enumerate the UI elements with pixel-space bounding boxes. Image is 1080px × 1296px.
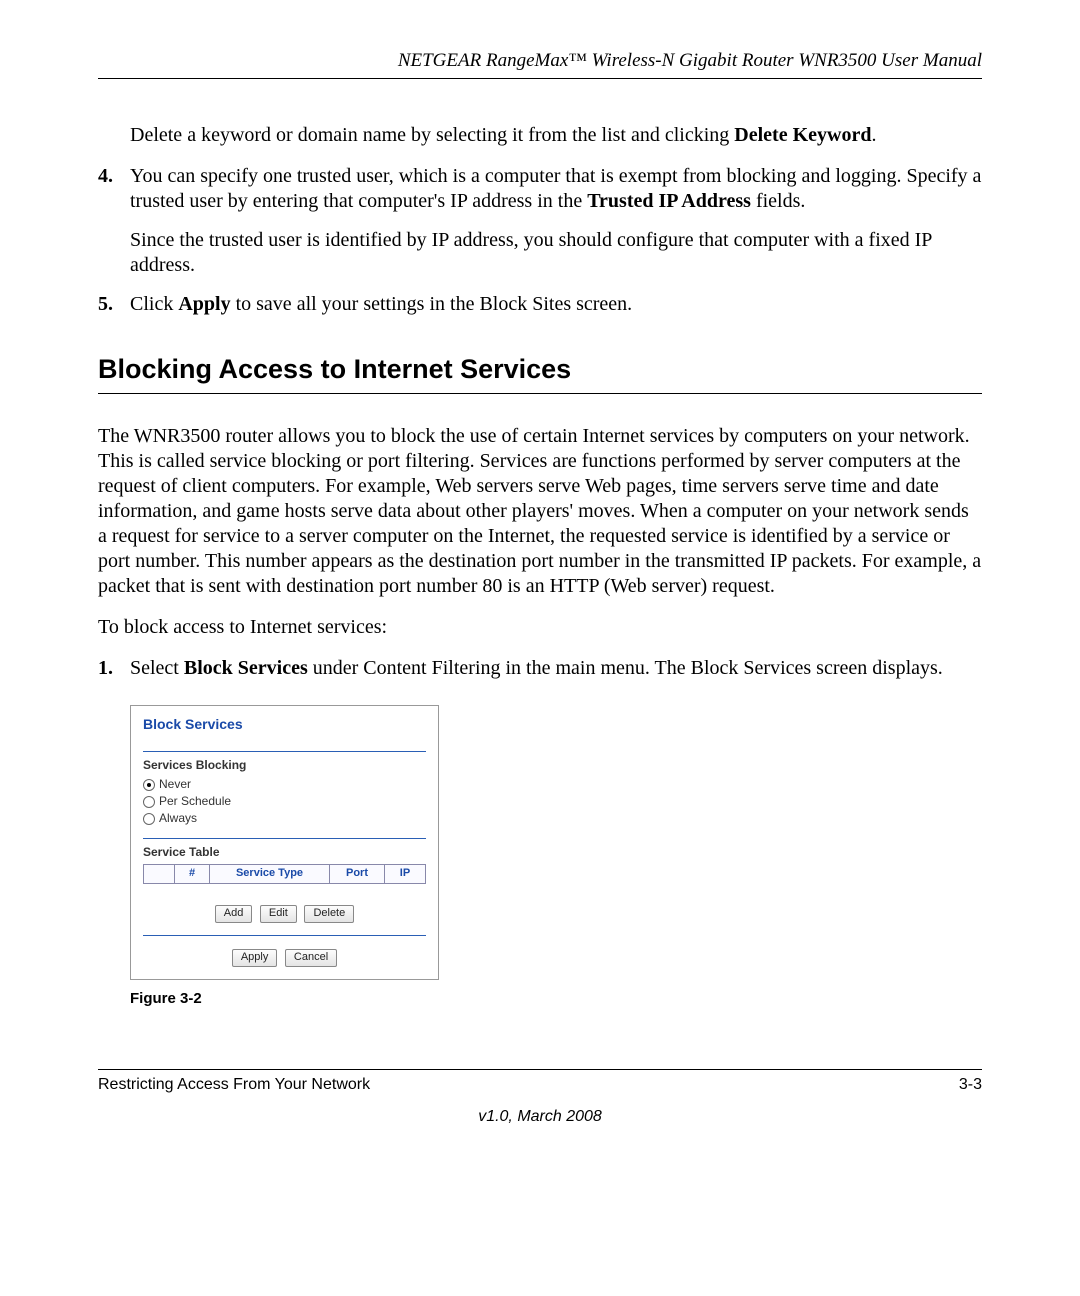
radio-always-row[interactable]: Always (143, 811, 426, 826)
col-number: # (175, 865, 210, 884)
radio-always[interactable] (143, 813, 155, 825)
section-heading: Blocking Access to Internet Services (98, 353, 982, 387)
steps-list-a: 4. You can specify one trusted user, whi… (98, 164, 982, 317)
radio-per-schedule-row[interactable]: Per Schedule (143, 794, 426, 809)
table-button-row: Add Edit Delete (143, 898, 426, 923)
stepb1-bold: Block Services (184, 657, 308, 679)
step4-subparagraph: Since the trusted user is identified by … (130, 228, 982, 278)
footer-page-number: 3-3 (959, 1076, 982, 1094)
radio-per-schedule[interactable] (143, 796, 155, 808)
step4-bold: Trusted IP Address (587, 190, 751, 212)
form-button-row: Apply Cancel (143, 942, 426, 967)
col-blank (144, 865, 175, 884)
figure-caption: Figure 3-2 (130, 990, 982, 1009)
radio-never-label: Never (159, 777, 191, 792)
step5-bold: Apply (178, 293, 230, 315)
step-4: 4. You can specify one trusted user, whi… (98, 164, 982, 278)
table-header-row: # Service Type Port IP (144, 865, 426, 884)
col-ip: IP (385, 865, 426, 884)
page-header: NETGEAR RangeMax™ Wireless-N Gigabit Rou… (98, 50, 982, 79)
panel-title: Block Services (143, 716, 426, 734)
apply-button[interactable]: Apply (232, 949, 278, 967)
steps-list-b: 1. Select Block Services under Content F… (98, 656, 982, 681)
section-paragraph-2: To block access to Internet services: (98, 615, 982, 640)
radio-per-schedule-label: Per Schedule (159, 794, 231, 809)
stepb1-text-a: Select (130, 657, 184, 679)
intro-period: . (871, 124, 876, 146)
intro-text: Delete a keyword or domain name by selec… (130, 124, 734, 146)
step4-text-a: You can specify one trusted user, which … (130, 165, 981, 212)
radio-never-row[interactable]: Never (143, 777, 426, 792)
section-paragraph-1: The WNR3500 router allows you to block t… (98, 424, 982, 599)
cancel-button[interactable]: Cancel (285, 949, 337, 967)
panel-divider (143, 935, 426, 936)
radio-never[interactable] (143, 779, 155, 791)
radio-always-label: Always (159, 811, 197, 826)
step-5: 5. Click Apply to save all your settings… (98, 292, 982, 317)
edit-button[interactable]: Edit (260, 905, 297, 923)
footer-rule (98, 1069, 982, 1070)
stepb1-text-b: under Content Filtering in the main menu… (308, 657, 943, 679)
intro-paragraph: Delete a keyword or domain name by selec… (130, 123, 982, 148)
step5-text-b: to save all your settings in the Block S… (231, 293, 633, 315)
panel-divider (143, 838, 426, 839)
services-blocking-heading: Services Blocking (143, 758, 426, 773)
step-b1: 1. Select Block Services under Content F… (98, 656, 982, 681)
service-table: # Service Type Port IP (143, 864, 426, 884)
footer-version: v1.0, March 2008 (98, 1108, 982, 1126)
step-number: 4. (98, 164, 130, 278)
intro-bold: Delete Keyword (734, 124, 871, 146)
step-number: 5. (98, 292, 130, 317)
section-rule (98, 393, 982, 394)
add-button[interactable]: Add (215, 905, 253, 923)
page-footer: Restricting Access From Your Network 3-3… (98, 1069, 982, 1126)
step4-text-b: fields. (751, 190, 805, 212)
service-table-heading: Service Table (143, 845, 426, 860)
panel-divider (143, 751, 426, 752)
footer-section-name: Restricting Access From Your Network (98, 1076, 370, 1094)
col-port: Port (330, 865, 385, 884)
step-number: 1. (98, 656, 130, 681)
col-service-type: Service Type (210, 865, 330, 884)
step5-text-a: Click (130, 293, 178, 315)
delete-button[interactable]: Delete (304, 905, 354, 923)
block-services-screenshot: Block Services Services Blocking Never P… (130, 705, 439, 980)
